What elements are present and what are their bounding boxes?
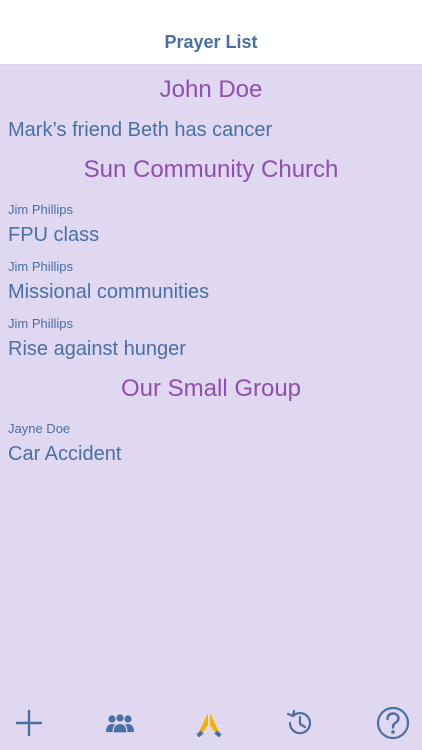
prayer-list-tab[interactable] <box>187 703 231 743</box>
requester-name: Jayne Doe <box>8 421 71 436</box>
help-icon <box>376 706 410 740</box>
history-tab[interactable] <box>277 703 321 743</box>
people-icon <box>106 713 134 734</box>
tab-bar <box>0 695 422 750</box>
group-header-john-doe: John Doe <box>159 76 263 103</box>
navigation-bar: Prayer List <box>0 0 422 65</box>
prayer-list[interactable]: John Doe Mark’s friend Beth has cancer S… <box>0 65 422 750</box>
prayer-request[interactable]: Missional communities <box>8 281 209 304</box>
add-request-button[interactable] <box>7 703 51 743</box>
history-icon <box>286 709 312 735</box>
group-header-our-small-group: Our Small Group <box>120 375 302 402</box>
prayer-request[interactable]: FPU class <box>8 224 99 247</box>
requester-name: Jim Phillips <box>8 202 74 217</box>
groups-tab[interactable] <box>98 703 142 743</box>
help-tab[interactable] <box>371 703 415 743</box>
praying-hands-icon <box>196 713 222 737</box>
requester-name: Jim Phillips <box>8 316 74 331</box>
plus-icon <box>15 709 43 737</box>
page-title: Prayer List <box>164 32 258 52</box>
prayer-request[interactable]: Rise against hunger <box>8 338 186 361</box>
group-header-sun-community-church: Sun Community Church <box>83 156 339 183</box>
prayer-request[interactable]: Mark’s friend Beth has cancer <box>8 119 272 142</box>
requester-name: Jim Phillips <box>8 259 74 274</box>
prayer-request[interactable]: Car Accident <box>8 443 121 466</box>
